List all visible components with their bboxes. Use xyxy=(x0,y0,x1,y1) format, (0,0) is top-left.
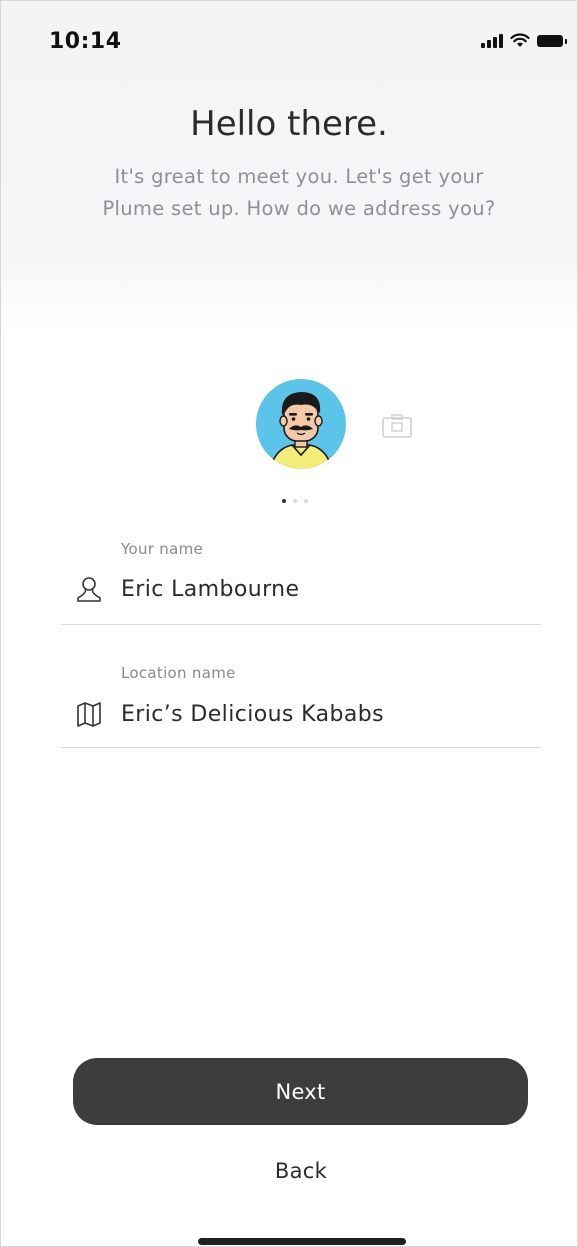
location-input[interactable] xyxy=(121,698,521,730)
camera-icon[interactable] xyxy=(381,413,413,439)
home-indicator[interactable] xyxy=(198,1238,406,1245)
location-field-label: Location name xyxy=(121,664,236,682)
avatar[interactable] xyxy=(256,379,346,469)
subtitle-line-2: Plume set up. How do we address you? xyxy=(102,197,496,220)
status-time: 10:14 xyxy=(49,29,122,54)
battery-icon xyxy=(537,34,567,47)
name-field-label: Your name xyxy=(121,540,204,558)
subtitle-line-1: It's great to meet you. Let's get your xyxy=(114,165,484,188)
carousel-dot xyxy=(304,499,308,503)
page-subtitle: It's great to meet you. Let's get your P… xyxy=(61,161,537,225)
avatar-carousel-indicator xyxy=(282,499,308,503)
carousel-dot xyxy=(293,499,297,503)
signal-icon xyxy=(481,33,503,48)
name-field-underline xyxy=(61,624,541,625)
name-input[interactable] xyxy=(121,573,521,605)
location-field-underline xyxy=(61,747,541,748)
back-button[interactable]: Back xyxy=(201,1151,401,1191)
next-button[interactable]: Next xyxy=(73,1058,528,1125)
person-icon xyxy=(77,577,101,602)
status-icons xyxy=(481,33,567,48)
carousel-dot xyxy=(282,499,286,503)
map-icon xyxy=(77,702,101,727)
onboarding-screen: 10:14 Hello there. It's great to meet yo… xyxy=(0,0,578,1247)
wifi-icon xyxy=(510,33,530,47)
page-title: Hello there. xyxy=(190,104,388,144)
